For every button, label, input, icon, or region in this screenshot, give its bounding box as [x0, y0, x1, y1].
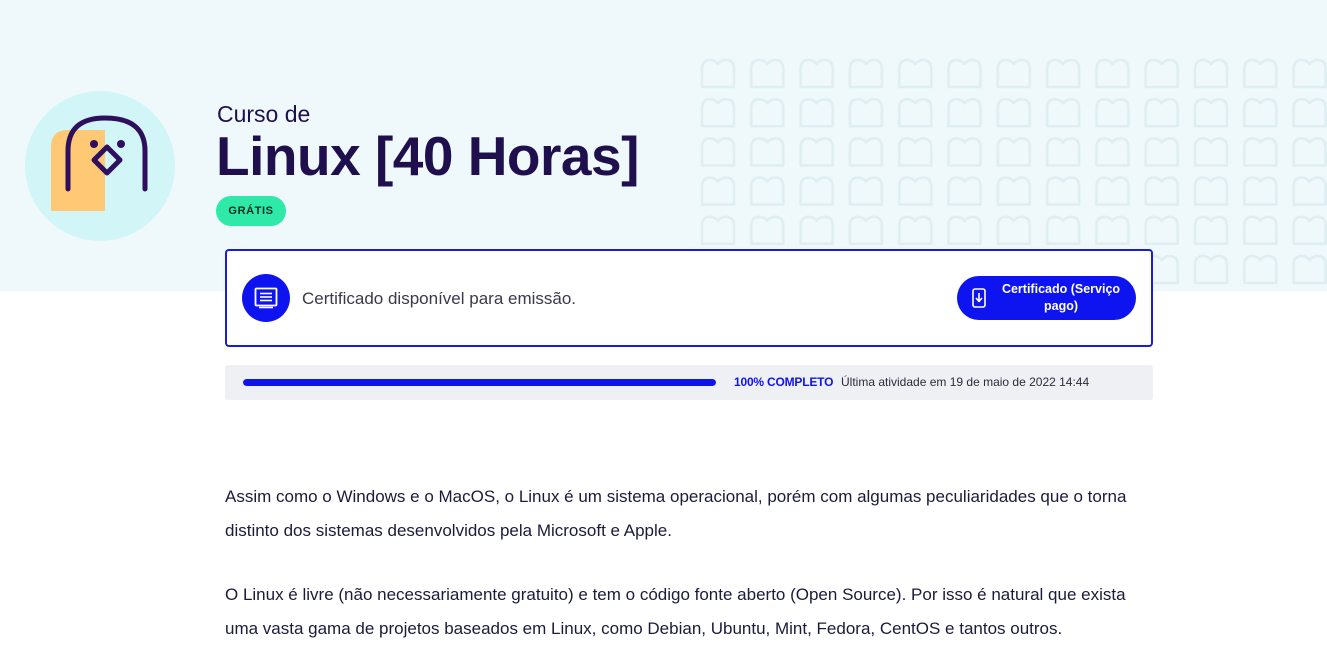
- download-icon: [972, 288, 986, 313]
- linux-penguin-icon: [51, 115, 148, 211]
- certificate-button[interactable]: Certificado (Serviço pago): [957, 276, 1136, 320]
- certificate-card: Certificado disponível para emissão. Cer…: [225, 249, 1153, 347]
- progress-bar: [243, 379, 716, 386]
- description-paragraph: O Linux é livre (não necessariamente gra…: [225, 585, 1126, 638]
- price-badge: GRÁTIS: [216, 196, 286, 226]
- certificate-icon: [242, 274, 290, 322]
- certificate-message: Certificado disponível para emissão.: [302, 289, 577, 308]
- certificate-button-label: Certificado (Serviço pago): [1001, 282, 1121, 313]
- page-title: Linux [40 Horas]: [216, 125, 639, 187]
- course-logo: [25, 91, 175, 241]
- progress-bar-fill: [243, 379, 716, 386]
- description-paragraph: Assim como o Windows e o MacOS, o Linux …: [225, 487, 1127, 540]
- progress-percent: 100% COMPLETO: [734, 375, 834, 389]
- last-activity: Última atividade em 19 de maio de 2022 1…: [841, 375, 1090, 389]
- progress-section: 100% COMPLETO Última atividade em 19 de …: [225, 365, 1153, 400]
- course-header: Curso de Linux [40 Horas] GRÁTIS: [0, 0, 1327, 291]
